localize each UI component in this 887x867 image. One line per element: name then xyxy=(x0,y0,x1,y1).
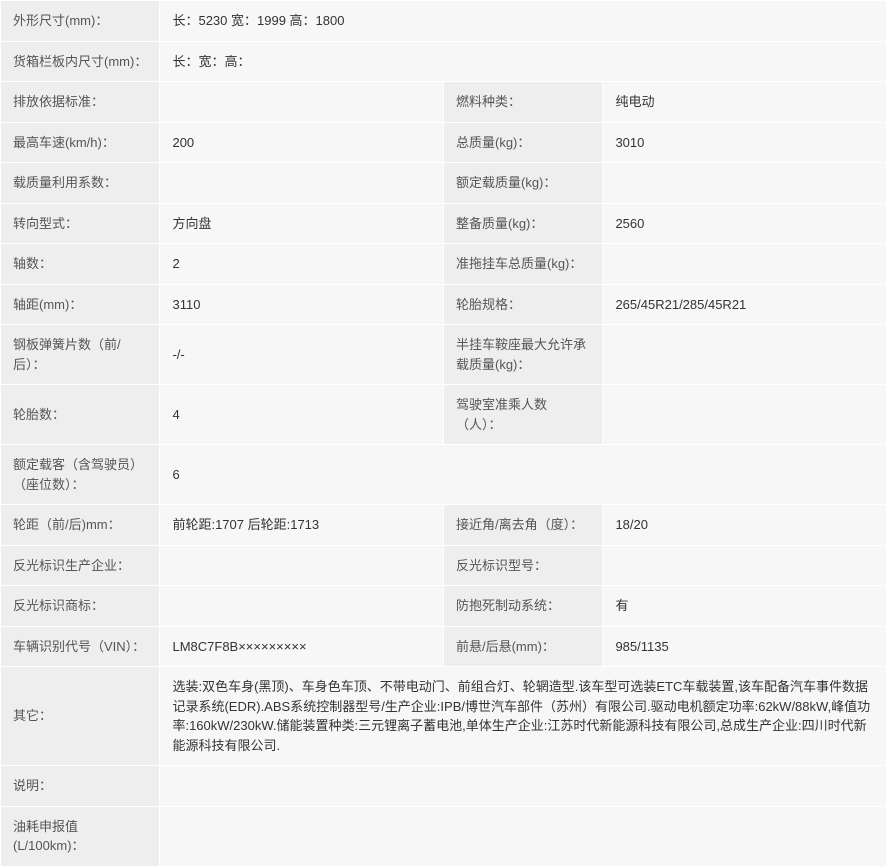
table-row: 额定载客（含驾驶员）（座位数）： 6 xyxy=(1,445,887,505)
label-emission: 排放依据标准： xyxy=(1,82,160,123)
table-row: 说明： xyxy=(1,766,887,807)
value-gross: 3010 xyxy=(603,122,887,163)
table-row: 轴距(mm)： 3110 轮胎规格： 265/45R21/285/45R21 xyxy=(1,284,887,325)
spec-table: 外形尺寸(mm)： 长：5230 宽：1999 高：1800 货箱栏板内尺寸(m… xyxy=(0,0,887,867)
value-axles: 2 xyxy=(160,244,444,285)
label-axles: 轴数： xyxy=(1,244,160,285)
table-row: 转向型式： 方向盘 整备质量(kg)： 2560 xyxy=(1,203,887,244)
value-trailer xyxy=(603,244,887,285)
table-row: 排放依据标准： 燃料种类： 纯电动 xyxy=(1,82,887,123)
label-trailer: 准拖挂车总质量(kg)： xyxy=(443,244,602,285)
label-wheelbase: 轴距(mm)： xyxy=(1,284,160,325)
value-pax: 6 xyxy=(160,445,887,505)
table-row: 最高车速(km/h)： 200 总质量(kg)： 3010 xyxy=(1,122,887,163)
label-fuel: 燃料种类： xyxy=(443,82,602,123)
table-row: 反光标识生产企业： 反光标识型号： xyxy=(1,545,887,586)
table-row: 货箱栏板内尺寸(mm)： 长：宽：高： xyxy=(1,41,887,82)
value-tirecount: 4 xyxy=(160,385,444,445)
label-desc: 说明： xyxy=(1,766,160,807)
label-cab: 驾驶室准乘人数（人）： xyxy=(443,385,602,445)
label-pax: 额定载客（含驾驶员）（座位数）： xyxy=(1,445,160,505)
label-abs: 防抱死制动系统： xyxy=(443,586,602,627)
label-refltm: 反光标识商标： xyxy=(1,586,160,627)
value-tire: 265/45R21/285/45R21 xyxy=(603,284,887,325)
value-approach: 18/20 xyxy=(603,505,887,546)
table-row: 其它： 选装:双色车身(黑顶)、车身色车顶、不带电动门、前组合灯、轮辋造型.该车… xyxy=(1,667,887,766)
label-other: 其它： xyxy=(1,667,160,766)
label-reflmodel: 反光标识型号： xyxy=(443,545,602,586)
table-row: 反光标识商标： 防抱死制动系统： 有 xyxy=(1,586,887,627)
label-dimensions: 外形尺寸(mm)： xyxy=(1,1,160,42)
value-spring: -/- xyxy=(160,325,444,385)
value-dimensions: 长：5230 宽：1999 高：1800 xyxy=(160,1,887,42)
value-saddle xyxy=(603,325,887,385)
label-spring: 钢板弹簧片数（前/后）： xyxy=(1,325,160,385)
value-loadcoef xyxy=(160,163,444,204)
label-overhang: 前悬/后悬(mm)： xyxy=(443,626,602,667)
table-row: 车辆识别代号（VIN）： LM8C7F8B××××××××× 前悬/后悬(mm)… xyxy=(1,626,887,667)
value-steer: 方向盘 xyxy=(160,203,444,244)
label-tirecount: 轮胎数： xyxy=(1,385,160,445)
value-curb: 2560 xyxy=(603,203,887,244)
value-topspeed: 200 xyxy=(160,122,444,163)
value-reflmfr xyxy=(160,545,444,586)
value-overhang: 985/1135 xyxy=(603,626,887,667)
table-row: 载质量利用系数： 额定载质量(kg)： xyxy=(1,163,887,204)
label-loadcoef: 载质量利用系数： xyxy=(1,163,160,204)
value-cab xyxy=(603,385,887,445)
table-row: 钢板弹簧片数（前/后）： -/- 半挂车鞍座最大允许承载质量(kg)： xyxy=(1,325,887,385)
value-abs: 有 xyxy=(603,586,887,627)
table-row: 轮胎数： 4 驾驶室准乘人数（人）： xyxy=(1,385,887,445)
label-rated: 额定载质量(kg)： xyxy=(443,163,602,204)
label-gross: 总质量(kg)： xyxy=(443,122,602,163)
label-tire: 轮胎规格： xyxy=(443,284,602,325)
value-desc xyxy=(160,766,887,807)
value-track: 前轮距:1707 后轮距:1713 xyxy=(160,505,444,546)
value-rated xyxy=(603,163,887,204)
table-row: 油耗申报值(L/100km)： xyxy=(1,806,887,866)
label-vin: 车辆识别代号（VIN）： xyxy=(1,626,160,667)
value-emission xyxy=(160,82,444,123)
table-row: 轮距（前/后)mm： 前轮距:1707 后轮距:1713 接近角/离去角（度）：… xyxy=(1,505,887,546)
value-reflmodel xyxy=(603,545,887,586)
label-topspeed: 最高车速(km/h)： xyxy=(1,122,160,163)
table-row: 外形尺寸(mm)： 长：5230 宽：1999 高：1800 xyxy=(1,1,887,42)
value-vin: LM8C7F8B××××××××× xyxy=(160,626,444,667)
label-saddle: 半挂车鞍座最大允许承载质量(kg)： xyxy=(443,325,602,385)
label-fuelcons: 油耗申报值(L/100km)： xyxy=(1,806,160,866)
label-reflmfr: 反光标识生产企业： xyxy=(1,545,160,586)
value-cargo: 长：宽：高： xyxy=(160,41,887,82)
label-track: 轮距（前/后)mm： xyxy=(1,505,160,546)
label-cargo: 货箱栏板内尺寸(mm)： xyxy=(1,41,160,82)
label-approach: 接近角/离去角（度）： xyxy=(443,505,602,546)
label-steer: 转向型式： xyxy=(1,203,160,244)
table-row: 轴数： 2 准拖挂车总质量(kg)： xyxy=(1,244,887,285)
value-refltm xyxy=(160,586,444,627)
label-curb: 整备质量(kg)： xyxy=(443,203,602,244)
value-wheelbase: 3110 xyxy=(160,284,444,325)
value-fuel: 纯电动 xyxy=(603,82,887,123)
value-fuelcons xyxy=(160,806,887,866)
value-other: 选装:双色车身(黑顶)、车身色车顶、不带电动门、前组合灯、轮辋造型.该车型可选装… xyxy=(160,667,887,766)
